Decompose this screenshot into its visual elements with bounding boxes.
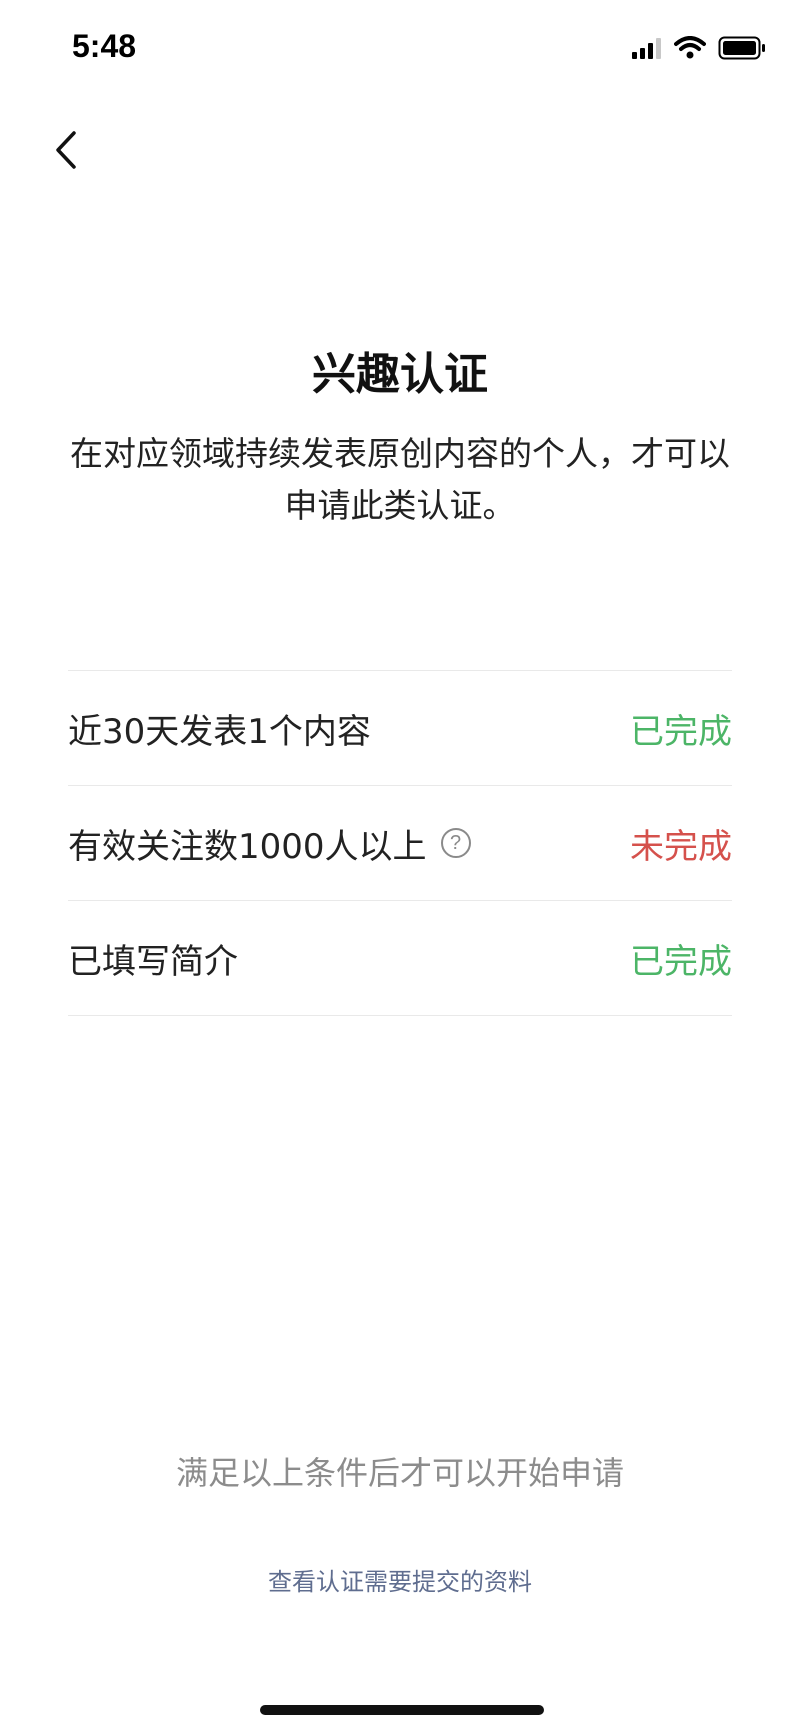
wifi-icon [674,36,706,64]
back-button[interactable] [44,124,88,180]
requirement-label: 近30天发表1个内容 [68,704,371,753]
requirement-row-posts: 近30天发表1个内容 已完成 [68,670,732,785]
cellular-signal-icon [632,37,662,63]
page-description: 在对应领域持续发表原创内容的个人，才可以申请此类认证。 [70,434,730,525]
page-title: 兴趣认证 [312,349,488,400]
requirement-label: 有效关注数1000人以上 ? [68,819,471,868]
apply-hint: 满足以上条件后才可以开始申请 [175,1454,624,1492]
requirement-text: 近30天发表1个内容 [68,711,371,752]
requirements-list: 近30天发表1个内容 已完成 有效关注数1000人以上 ? 未完成 已填写简介 … [68,670,732,1016]
requirement-status: 已完成 [630,711,732,752]
requirement-status: 已完成 [630,941,732,982]
help-question-icon[interactable]: ? [440,828,471,858]
requirement-label: 已填写简介 [68,934,238,983]
system-icons [632,36,766,64]
back-chevron-icon [53,130,79,174]
requirement-text: 已填写简介 [68,941,238,982]
status-time: 5:48 [72,28,137,64]
status-bar: 5:48 [0,0,800,100]
requirement-row-followers: 有效关注数1000人以上 ? 未完成 [68,785,732,900]
view-required-materials-link[interactable]: 查看认证需要提交的资料 [0,1562,800,1597]
requirement-status: 未完成 [630,826,732,867]
requirement-row-bio: 已填写简介 已完成 [68,900,732,1016]
home-indicator [260,1705,544,1715]
requirement-text: 有效关注数1000人以上 [68,826,427,867]
battery-icon [718,36,766,64]
